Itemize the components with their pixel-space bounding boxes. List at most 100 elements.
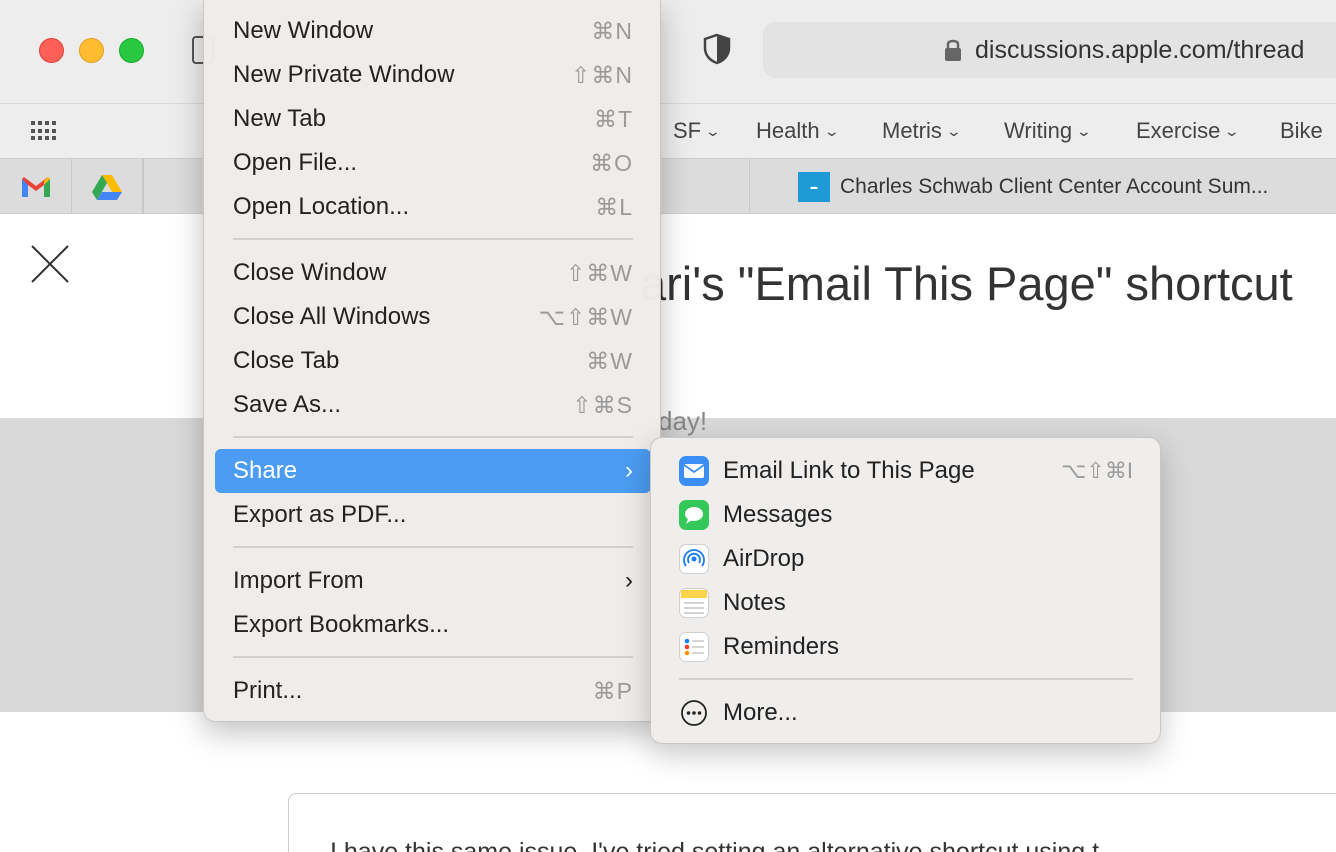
menu-item-label: New Private Window [233,61,455,88]
bookmark-folder-exercise[interactable]: Exercise ⌄ [1136,118,1241,144]
menu-item-label: Export as PDF... [233,501,407,528]
faded-text: day! [658,406,708,436]
bookmark-folder-sf[interactable]: SF ⌄ [673,118,722,144]
menu-item-new-tab[interactable]: New Tab ⌘T [215,97,651,141]
menu-item-share[interactable]: Share › [215,449,651,493]
tab-divider [142,159,144,215]
menu-item-label: Export Bookmarks... [233,611,450,638]
bookmark-folder-bike[interactable]: Bike [1280,118,1323,144]
lock-icon [945,39,961,61]
menu-item-shortcut: ⌥⇧⌘W [538,303,633,330]
menu-item-print[interactable]: Print... ⌘P [215,669,651,713]
chevron-right-icon: › [625,567,633,594]
tab-bar: ▬ Charles Schwab Client Center Account S… [0,158,1336,215]
schwab-favicon-icon: ▬ [798,172,830,202]
menu-item-label: Print... [233,677,303,704]
tab-charles-schwab[interactable]: ▬ Charles Schwab Client Center Account S… [749,159,1336,215]
share-item-more[interactable]: More... [661,691,1151,735]
bookmark-label: Bike [1280,118,1323,143]
page-header [0,214,1336,418]
share-item-messages[interactable]: Messages [661,493,1151,537]
menu-item-shortcut: ⇧⌘N [571,61,633,88]
menu-item-new-private-window[interactable]: New Private Window ⇧⌘N [215,53,651,97]
menu-item-shortcut: ⌘P [592,677,633,704]
chevron-down-icon: ⌄ [1075,122,1093,139]
bookmark-label: SF [673,118,702,143]
share-item-label: Notes [723,589,786,616]
share-item-label: AirDrop [723,545,805,572]
menu-item-close-window[interactable]: Close Window ⇧⌘W [215,251,651,295]
menu-item-export-pdf[interactable]: Export as PDF... [215,493,651,537]
menu-item-label: New Tab [233,105,326,132]
bookmark-folder-metris[interactable]: Metris ⌄ [882,118,962,144]
menu-item-open-file[interactable]: Open File... ⌘O [215,141,651,185]
tab-title: Charles Schwab Client Center Account Sum… [840,175,1269,198]
pinned-tab-drive[interactable] [71,159,143,215]
mail-icon [679,456,709,486]
menu-item-import-from[interactable]: Import From › [215,559,651,603]
chevron-down-icon: ⌄ [704,122,722,139]
menu-item-shortcut: ⌘W [586,347,633,374]
airdrop-icon [679,544,709,574]
menu-item-close-all-windows[interactable]: Close All Windows ⌥⇧⌘W [215,295,651,339]
share-item-email-link[interactable]: Email Link to This Page ⌥⇧⌘I [661,449,1151,493]
bookmark-label: Writing [1004,118,1073,143]
menu-item-label: Close Tab [233,347,340,374]
address-bar[interactable]: discussions.apple.com/thread [763,22,1336,78]
menu-item-label: Import From [233,567,364,594]
menu-separator [233,238,633,240]
chevron-down-icon: ⌄ [1224,122,1241,139]
share-item-airdrop[interactable]: AirDrop [661,537,1151,581]
menu-item-shortcut: ⌘N [591,17,633,44]
menu-item-label: Open Location... [233,193,410,220]
menu-item-label: New Window [233,17,374,44]
menu-item-open-location[interactable]: Open Location... ⌘L [215,185,651,229]
chevron-down-icon: ⌄ [945,122,962,139]
share-item-label: Email Link to This Page [723,457,975,484]
menu-item-shortcut: ⇧⌘W [566,259,633,286]
privacy-shield-icon[interactable] [703,33,731,65]
menu-item-export-bookmarks[interactable]: Export Bookmarks... [215,603,651,647]
apps-grid-icon[interactable] [31,121,57,141]
share-item-reminders[interactable]: Reminders [661,625,1151,669]
share-item-notes[interactable]: Notes [661,581,1151,625]
google-drive-icon [91,175,122,200]
bookmark-folder-health[interactable]: Health ⌄ [756,118,840,144]
share-item-shortcut: ⌥⇧⌘I [1061,458,1133,483]
menu-item-label: Share [233,457,298,484]
file-menu: New Window ⌘N New Private Window ⇧⌘N New… [203,0,661,722]
bookmark-label: Metris [882,118,942,143]
bookmark-folder-writing[interactable]: Writing ⌄ [1004,118,1093,144]
reply-post-text: I have this same issue. I've tried setti… [330,838,1100,852]
menu-item-close-tab[interactable]: Close Tab ⌘W [215,339,651,383]
pinned-tab-gmail[interactable] [0,159,72,215]
page-title: ari's "Email This Page" shortcut [640,257,1293,310]
more-icon [679,698,709,728]
bookmarks-bar: SF ⌄ Health ⌄ Metris ⌄ Writing ⌄ Exercise ⌄ B… [0,103,1336,158]
bookmark-label: Health [756,118,820,143]
close-window-button[interactable] [39,38,64,63]
menu-item-save-as[interactable]: Save As... ⇧⌘S [215,383,651,427]
minimize-window-button[interactable] [79,38,104,63]
menu-separator [679,678,1133,680]
messages-icon [679,500,709,530]
share-submenu: Email Link to This Page ⌥⇧⌘I Messages Ai… [650,437,1161,744]
share-item-label: Reminders [723,633,840,660]
menu-item-new-window[interactable]: New Window ⌘N [215,9,651,53]
menu-separator [233,656,633,658]
chevron-down-icon: ⌄ [823,122,840,139]
browser-toolbar: discussions.apple.com/thread [0,0,1336,103]
fullscreen-window-button[interactable] [119,38,144,63]
close-icon[interactable] [30,244,70,284]
reminders-icon [679,632,709,662]
chevron-right-icon: › [625,457,633,484]
menu-separator [233,436,633,438]
menu-item-shortcut: ⌘L [595,193,633,220]
address-url: discussions.apple.com/thread [975,35,1305,64]
menu-item-label: Close Window [233,259,387,286]
notes-icon [679,588,709,618]
bookmark-label: Exercise [1136,118,1221,143]
share-item-label: More... [723,699,798,726]
menu-item-shortcut: ⌘O [590,149,633,176]
menu-item-shortcut: ⇧⌘S [572,391,633,418]
